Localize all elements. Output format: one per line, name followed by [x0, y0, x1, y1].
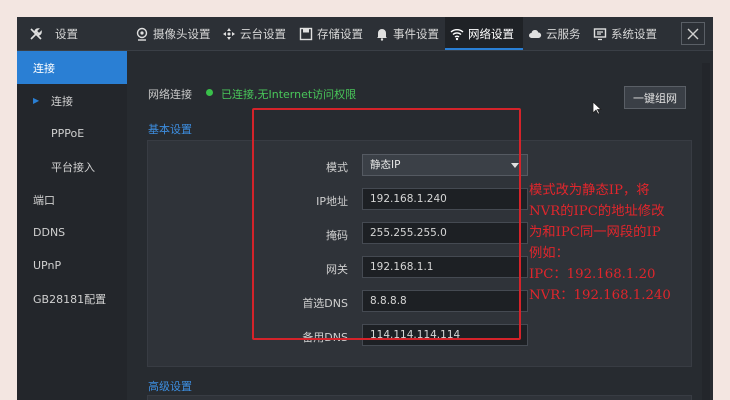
tab-cloud-service[interactable]: 云服务 [528, 17, 581, 50]
annotation-line: IPC：192.168.1.20 [529, 267, 656, 282]
tab-label: 事件设置 [393, 26, 439, 41]
storage-icon [299, 27, 313, 41]
wifi-icon [450, 27, 464, 41]
sidebar-item-label: GB28181配置 [33, 292, 107, 306]
instruction-annotation: 模式改为静态IP，将 NVR的IPC的地址修改 为和IPC同一网段的IP 例如：… [529, 180, 671, 306]
advanced-settings-title: 高级设置 [148, 380, 192, 393]
selected-bullet-icon: ▶ [33, 96, 40, 105]
highlight-box [252, 108, 521, 340]
sidebar-item-port[interactable]: 端口 [17, 183, 127, 216]
sidebar: 连接 ▶ 连接 PPPoE 平台接入 端口 DDNS UPnP GB28181配… [17, 51, 127, 400]
sidebar-item-ddns[interactable]: DDNS [17, 216, 127, 249]
annotation-line: NVR：192.168.1.240 [529, 288, 671, 303]
connected-status-icon [206, 89, 213, 96]
one-click-network-button[interactable]: 一键组网 [624, 86, 686, 109]
bell-icon [375, 27, 389, 41]
cloud-icon [528, 27, 542, 41]
tab-label: 摄像头设置 [153, 26, 211, 41]
advanced-settings-panel [147, 395, 692, 400]
sidebar-item-upnp[interactable]: UPnP [17, 249, 127, 282]
sidebar-item-label: UPnP [33, 259, 62, 272]
annotation-line: 为和IPC同一网段的IP [529, 225, 661, 240]
sidebar-item-label: 平台接入 [51, 160, 95, 174]
tab-system-settings[interactable]: 系统设置 [593, 17, 657, 50]
sidebar-item-connection[interactable]: 连接 [17, 51, 127, 84]
tab-label: 云台设置 [240, 26, 286, 41]
tab-label: 存储设置 [317, 26, 363, 41]
annotation-line: NVR的IPC的地址修改 [529, 204, 665, 219]
sidebar-item-label: PPPoE [51, 127, 85, 140]
basic-settings-title: 基本设置 [148, 123, 192, 136]
mouse-cursor-icon [592, 101, 602, 115]
tab-label: 系统设置 [611, 26, 657, 41]
camera-icon [135, 27, 149, 41]
tab-event-settings[interactable]: 事件设置 [375, 17, 439, 50]
sidebar-item-gb28181[interactable]: GB28181配置 [17, 282, 127, 315]
monitor-icon [593, 27, 607, 41]
scrollbar[interactable] [702, 63, 710, 400]
tab-label: 云服务 [546, 26, 581, 41]
tab-camera-settings[interactable]: 摄像头设置 [135, 17, 211, 50]
tab-ptz-settings[interactable]: 云台设置 [222, 17, 286, 50]
settings-title: 设置 [55, 26, 78, 41]
top-nav-bar: 设置 摄像头设置 云台设置 存储设置 事件设置 网络设置 云服务 系统设置 [17, 17, 713, 51]
connection-status-text: 已连接,无Internet访问权限 [221, 88, 357, 101]
sidebar-item-connection-sub[interactable]: ▶ 连接 [17, 84, 127, 117]
annotation-line: 例如： [529, 246, 569, 261]
network-connection-label: 网络连接 [148, 88, 192, 101]
sidebar-item-platform-access[interactable]: 平台接入 [17, 150, 127, 183]
sidebar-item-label: 连接 [33, 61, 55, 75]
settings-home-button[interactable]: 设置 [29, 17, 78, 50]
tab-network-settings[interactable]: 网络设置 [445, 17, 523, 50]
ptz-icon [222, 27, 236, 41]
tab-storage-settings[interactable]: 存储设置 [299, 17, 363, 50]
sidebar-item-pppoe[interactable]: PPPoE [17, 117, 127, 150]
close-button[interactable] [681, 22, 705, 45]
tools-icon [29, 27, 43, 41]
annotation-line: 模式改为静态IP，将 [529, 183, 650, 198]
tab-label: 网络设置 [468, 26, 514, 41]
close-icon [687, 28, 699, 39]
sidebar-item-label: DDNS [33, 226, 66, 239]
sidebar-item-label: 连接 [51, 94, 73, 108]
sidebar-item-label: 端口 [33, 193, 55, 207]
